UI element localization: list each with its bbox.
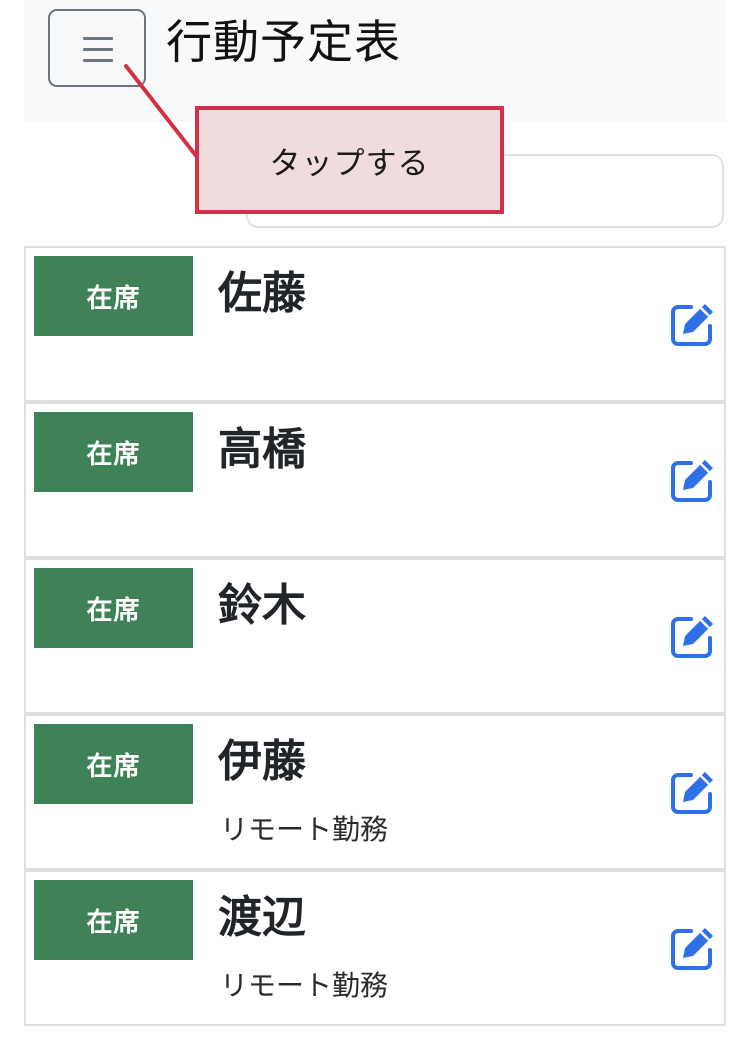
tap-instruction-callout: タップする	[195, 106, 504, 214]
status-badge: 在席	[34, 724, 193, 804]
member-name: 伊藤	[218, 736, 306, 787]
hamburger-menu-icon	[83, 59, 113, 62]
page-title: 行動予定表	[166, 15, 401, 69]
hamburger-menu-icon	[83, 37, 113, 40]
edit-pencil-icon[interactable]	[669, 456, 717, 504]
member-note: リモート勤務	[220, 969, 389, 1002]
status-label: 在席	[86, 283, 141, 314]
status-label: 在席	[86, 439, 141, 470]
page: 行動予定表 タップする 在席 佐藤 在席 高橋 在席 鈴木 在席 伊藤 リモート…	[0, 0, 750, 1039]
member-card: 在席 渡辺 リモート勤務	[24, 870, 726, 1026]
status-badge: 在席	[34, 256, 193, 336]
member-name: 高橋	[218, 424, 306, 475]
status-label: 在席	[86, 751, 141, 782]
menu-toggle-button[interactable]	[48, 9, 146, 87]
member-list: 在席 佐藤 在席 高橋 在席 鈴木 在席 伊藤 リモート勤務 在席 渡辺 リモー…	[24, 246, 726, 1026]
member-card: 在席 高橋	[24, 402, 726, 558]
edit-pencil-icon[interactable]	[669, 924, 717, 972]
edit-pencil-icon[interactable]	[669, 768, 717, 816]
hamburger-menu-icon	[83, 48, 113, 51]
edit-pencil-icon[interactable]	[669, 612, 717, 660]
member-card: 在席 佐藤	[24, 246, 726, 402]
status-badge: 在席	[34, 880, 193, 960]
member-card: 在席 伊藤 リモート勤務	[24, 714, 726, 870]
member-name: 渡辺	[218, 892, 306, 943]
status-badge: 在席	[34, 412, 193, 492]
edit-pencil-icon[interactable]	[669, 300, 717, 348]
status-badge: 在席	[34, 568, 193, 648]
status-label: 在席	[86, 907, 141, 938]
status-label: 在席	[86, 595, 141, 626]
callout-text: タップする	[269, 145, 430, 182]
member-note: リモート勤務	[220, 813, 389, 846]
member-name: 佐藤	[218, 268, 306, 319]
member-name: 鈴木	[218, 580, 306, 631]
member-card: 在席 鈴木	[24, 558, 726, 714]
